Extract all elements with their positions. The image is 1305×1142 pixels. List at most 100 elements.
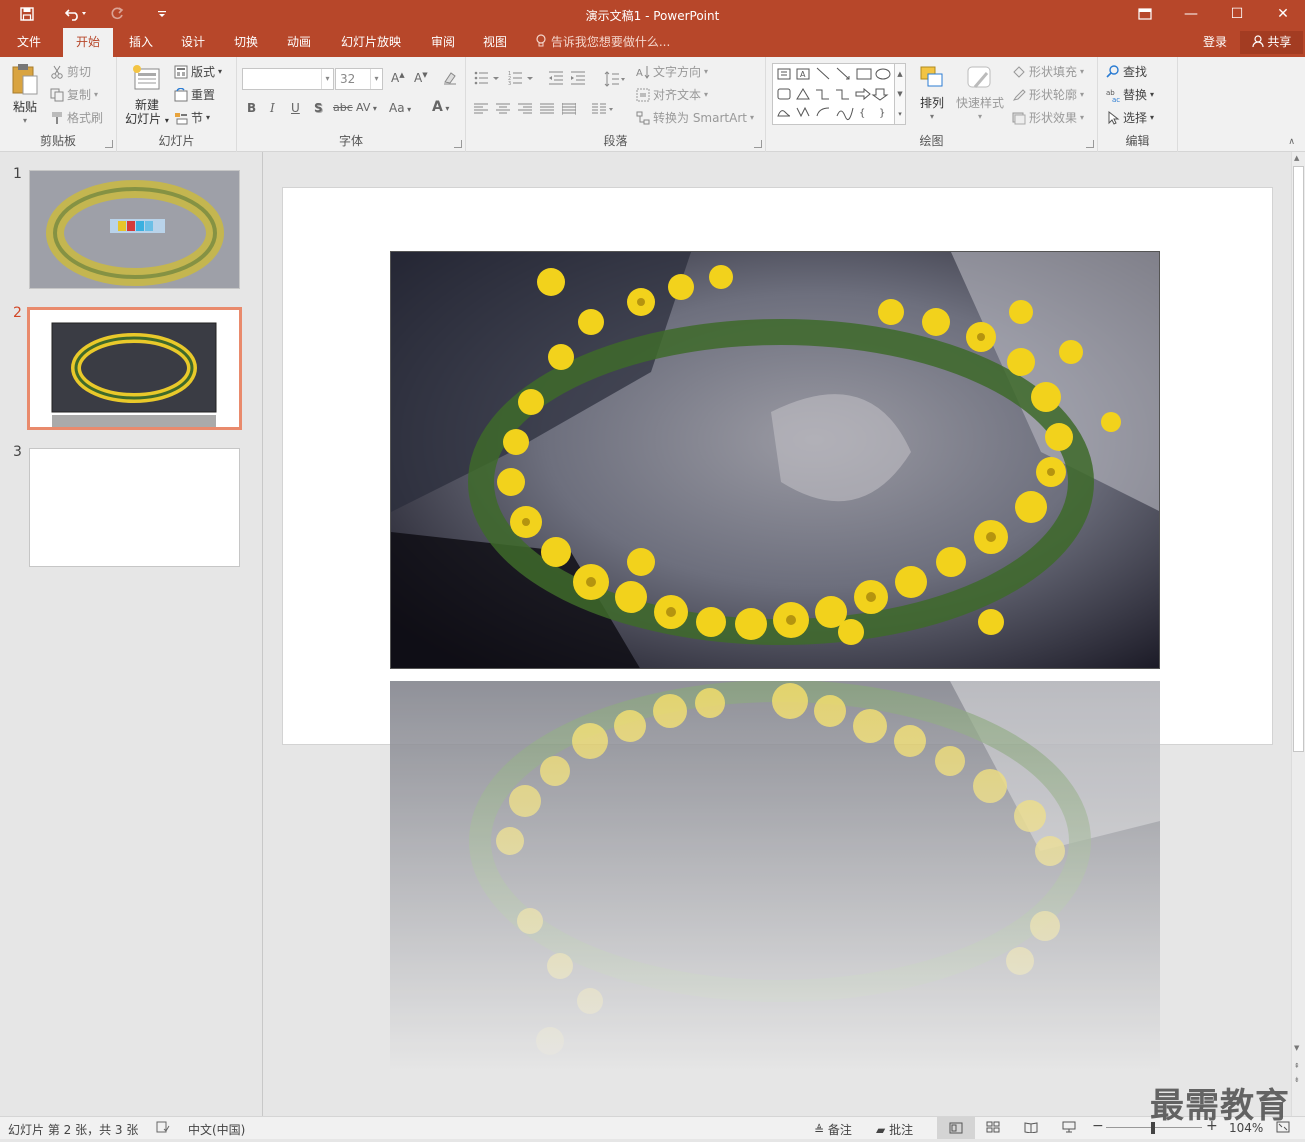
find-button[interactable]: 查找 (1106, 63, 1147, 80)
shrink-font-icon[interactable]: A▼ (414, 71, 428, 85)
tab-view[interactable]: 视图 (472, 28, 518, 57)
tab-transitions[interactable]: 切换 (223, 28, 269, 57)
share-button[interactable]: 共享 (1240, 31, 1303, 54)
close-button[interactable]: ✕ (1260, 0, 1305, 28)
next-slide-icon[interactable]: ⇟ (1294, 1076, 1300, 1084)
drawing-launcher-icon[interactable] (1086, 140, 1094, 148)
tell-me-box[interactable]: 告诉我您想要做什么... (535, 28, 670, 57)
align-text-button[interactable]: 对齐文本 ▾ (636, 86, 708, 103)
shadow-button[interactable]: S (314, 101, 323, 115)
font-launcher-icon[interactable] (454, 140, 462, 148)
chevron-down-icon[interactable]: ▾ (370, 69, 382, 89)
minimize-button[interactable]: — (1168, 0, 1214, 28)
arrange-icon (920, 66, 943, 87)
justify-icon[interactable] (540, 103, 554, 115)
columns-icon[interactable] (592, 103, 616, 115)
zoom-out-button[interactable]: − (1092, 1118, 1104, 1134)
chevron-down-icon[interactable]: ▾ (321, 69, 333, 89)
normal-view-button[interactable] (937, 1117, 975, 1139)
cut-button[interactable]: 剪切 (50, 63, 91, 80)
clear-formatting-icon[interactable] (442, 70, 458, 89)
slide-sorter-icon (986, 1121, 1000, 1133)
quick-styles-label: 快速样式 (955, 96, 1004, 110)
reading-view-button[interactable] (1024, 1121, 1038, 1136)
scroll-down-icon[interactable]: ▼ (1294, 1044, 1299, 1052)
collapse-ribbon-icon[interactable]: ∧ (1288, 137, 1295, 147)
line-spacing-icon[interactable] (604, 71, 628, 87)
clipboard-launcher-icon[interactable] (105, 140, 113, 148)
char-spacing-button[interactable]: AV ▾ (356, 101, 377, 114)
layout-label: 版式 (191, 65, 216, 79)
new-slide-button[interactable]: 新建 幻灯片 ▾ (121, 63, 173, 128)
comments-label: 批注 (889, 1123, 914, 1137)
font-name-combo[interactable]: ▾ (242, 68, 334, 90)
reset-button[interactable]: 重置 (174, 86, 215, 103)
distributed-icon[interactable] (562, 103, 576, 115)
arrange-button[interactable]: 排列 ▾ (912, 63, 952, 124)
paragraph-launcher-icon[interactable] (754, 140, 762, 148)
language-indicator[interactable]: 中文(中国) (188, 1121, 245, 1138)
italic-button[interactable]: I (270, 101, 275, 115)
svg-text:{: { (859, 108, 865, 119)
quick-styles-button[interactable]: 快速样式 ▾ (954, 63, 1006, 124)
align-center-icon[interactable] (496, 103, 510, 115)
previous-slide-icon[interactable]: ⇞ (1294, 1062, 1300, 1070)
paste-button[interactable]: 粘贴 ▾ (6, 63, 44, 128)
align-left-icon[interactable] (474, 103, 488, 115)
copy-button[interactable]: 复制 ▾ (50, 86, 98, 103)
char-spacing-label: AV (356, 101, 371, 114)
underline-button[interactable]: U (291, 101, 300, 115)
format-painter-button[interactable]: 格式刷 (50, 109, 103, 126)
text-direction-button[interactable]: A 文字方向 ▾ (636, 63, 708, 80)
slide-thumbnail-1[interactable] (29, 170, 240, 289)
decrease-indent-icon[interactable] (548, 71, 564, 85)
ribbon-display-icon[interactable] (1122, 0, 1168, 28)
slide-thumbnail-2[interactable] (27, 307, 242, 430)
slideshow-button[interactable] (1062, 1121, 1076, 1136)
copy-dropdown-icon[interactable]: ▾ (94, 90, 98, 99)
tab-animations[interactable]: 动画 (276, 28, 322, 57)
login-link[interactable]: 登录 (1203, 28, 1227, 57)
slides-group-label: 幻灯片 (158, 134, 195, 148)
font-size-combo[interactable]: 32 ▾ (335, 68, 383, 90)
grow-font-icon[interactable]: A▲ (391, 71, 405, 85)
slide-thumbnail-3[interactable] (29, 448, 240, 567)
shape-outline-button[interactable]: 形状轮廓 ▾ (1012, 86, 1084, 103)
font-color-button[interactable]: A ▾ (432, 99, 449, 115)
scroll-up-icon[interactable]: ▲ (1294, 154, 1299, 162)
tab-home[interactable]: 开始 (63, 28, 113, 57)
tab-design[interactable]: 设计 (170, 28, 216, 57)
strikethrough-button[interactable]: abc (333, 101, 353, 114)
shape-fill-button[interactable]: 形状填充 ▾ (1012, 63, 1084, 80)
smartart-button[interactable]: 转换为 SmartArt ▾ (636, 109, 754, 126)
change-case-button[interactable]: Aa ▾ (389, 101, 411, 115)
shapes-gallery[interactable]: A { } (772, 63, 906, 125)
tab-review[interactable]: 审阅 (420, 28, 466, 57)
shape-outline-label: 形状轮廓 (1029, 88, 1078, 102)
comments-button[interactable]: ▰ 批注 (876, 1121, 913, 1138)
select-button[interactable]: 选择 ▾ (1106, 109, 1154, 126)
bold-button[interactable]: B (247, 101, 256, 115)
tab-insert[interactable]: 插入 (118, 28, 164, 57)
layout-button[interactable]: 版式 ▾ (174, 63, 222, 80)
shape-effects-button[interactable]: 形状效果 ▾ (1012, 109, 1084, 126)
replace-button[interactable]: ab ac 替换 ▾ (1106, 86, 1154, 103)
scissors-icon (51, 65, 63, 79)
numbering-icon[interactable]: 123 (508, 71, 536, 85)
scrollbar-thumb[interactable] (1293, 166, 1304, 752)
shapes-scroll[interactable]: ▲ ▼ ▾ (894, 63, 906, 125)
slide-sorter-button[interactable] (986, 1121, 1000, 1136)
increase-indent-icon[interactable] (570, 71, 586, 85)
copy-icon (50, 88, 64, 101)
vertical-scrollbar[interactable]: ▲ ▼ ⇞ ⇟ (1291, 152, 1305, 1116)
tab-slideshow[interactable]: 幻灯片放映 (332, 28, 410, 57)
align-right-icon[interactable] (518, 103, 532, 115)
spellcheck-icon[interactable] (156, 1121, 170, 1136)
bullets-icon[interactable] (474, 71, 502, 85)
brush-icon (52, 111, 62, 124)
tab-file[interactable]: 文件 (6, 28, 52, 57)
wreath-photo[interactable] (390, 251, 1160, 669)
notes-button[interactable]: ≜ 备注 (814, 1121, 852, 1138)
section-button[interactable]: 节 ▾ (174, 109, 210, 126)
maximize-button[interactable]: ☐ (1214, 0, 1260, 28)
